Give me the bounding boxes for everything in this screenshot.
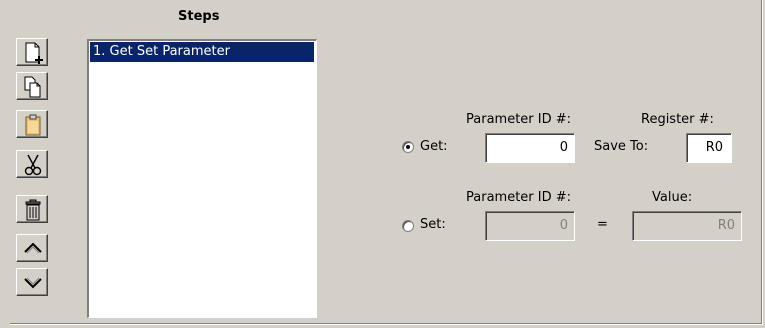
delete-icon [25,199,41,221]
paste-button[interactable] [16,110,48,138]
get-radio-label[interactable]: Get: [420,139,448,154]
delete-button[interactable] [16,195,48,223]
set-param-id-field[interactable]: 0 [485,211,575,241]
paste-icon [25,114,41,136]
steps-list[interactable]: 1. Get Set Parameter [87,39,317,318]
new-step-button[interactable] [16,38,48,66]
get-param-id-label: Parameter ID #: [466,112,572,127]
set-param-id-label: Parameter ID #: [466,190,572,205]
set-radio[interactable] [402,220,414,232]
cut-icon [24,154,42,176]
equals-sign: = [597,217,608,232]
move-down-icon [24,277,42,289]
steps-title: Steps [178,9,220,24]
copy-button[interactable] [16,72,48,100]
radio-selected-dot [406,145,410,149]
move-down-button[interactable] [16,268,48,296]
get-radio[interactable] [402,141,414,153]
get-param-id-field[interactable]: 0 [485,133,575,163]
set-value-field[interactable]: R0 [632,211,742,241]
save-to-label: Save To: [594,139,649,154]
move-up-button[interactable] [16,234,48,262]
cut-button[interactable] [16,150,48,178]
get-register-label: Register #: [641,112,714,127]
move-up-icon [24,242,42,254]
list-item[interactable]: 1. Get Set Parameter [90,42,314,62]
set-value-label: Value: [652,190,693,205]
copy-icon [24,76,41,98]
new-step-icon [25,42,43,64]
set-radio-label[interactable]: Set: [420,217,446,232]
get-register-field[interactable]: R0 [686,133,732,163]
